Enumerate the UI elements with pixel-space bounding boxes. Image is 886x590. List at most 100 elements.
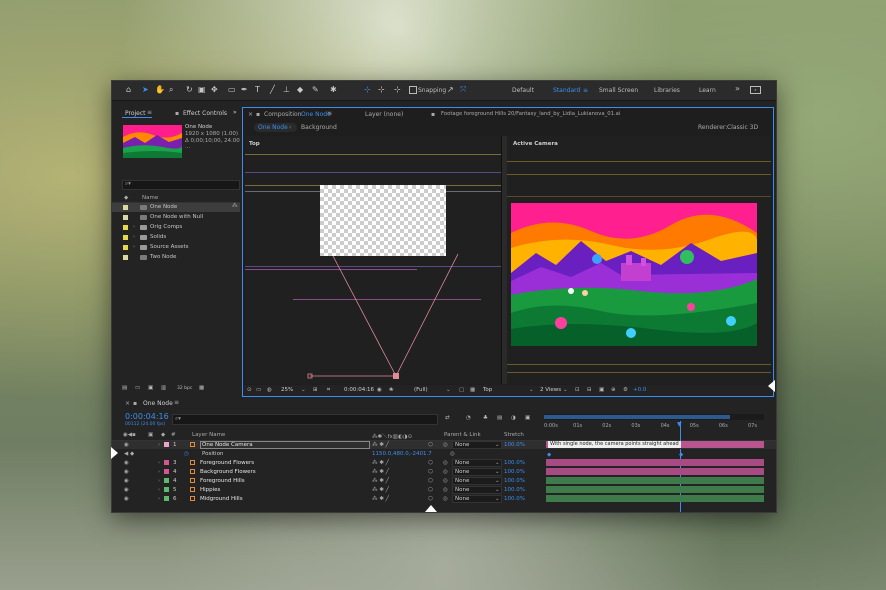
layer-row[interactable]: ◉ › 4 Background Flowers ⁂ ✱ ╱ ⬡ ◎ None ⌄ 100.0%	[112, 468, 776, 476]
project-item[interactable]: › Solids	[112, 233, 240, 242]
timeline-timecode[interactable]: 0:00:04:16	[125, 412, 169, 421]
number-column-icon[interactable]: #	[171, 432, 176, 438]
snapping-checkbox-icon[interactable]	[409, 86, 417, 94]
project-item[interactable]: › Orig Comps	[112, 223, 240, 232]
chevron-right-icon[interactable]: ›	[158, 486, 160, 494]
bpc-label[interactable]: 32 bpc	[177, 386, 192, 391]
keyframe-icon[interactable]: ◆	[679, 451, 683, 459]
brush-tool-icon[interactable]: ╱	[270, 85, 275, 95]
chevron-right-icon[interactable]: ›	[158, 477, 160, 485]
3d-layer-switch-icon[interactable]: ⬡	[428, 441, 433, 449]
workspace-small-screen[interactable]: Small Screen	[599, 87, 638, 94]
name-column-header[interactable]: Name	[142, 195, 158, 201]
eye-icon[interactable]: ◉	[124, 468, 129, 476]
effect-controls-tab[interactable]: Effect Controls	[183, 110, 227, 117]
search-help-icon[interactable]: ⌕	[750, 86, 761, 94]
layer-switches[interactable]: ⁂ ✱ ╱	[372, 495, 389, 503]
zoom-tool-icon[interactable]: ⌕	[169, 85, 173, 95]
chevron-right-icon[interactable]: ›	[158, 459, 160, 467]
viewer-timecode[interactable]: 0:00:04:16	[344, 387, 374, 393]
pickwhip-icon[interactable]: ◎	[443, 486, 448, 494]
motion-blur-icon[interactable]: ◑	[511, 415, 516, 421]
resolution-dropdown[interactable]: (Full)	[414, 387, 428, 393]
expression-icon[interactable]: ◎	[450, 450, 455, 458]
eye-icon[interactable]: ◉◀▪	[123, 432, 136, 438]
region-icon[interactable]: ⌗	[327, 387, 330, 394]
more-panels-icon[interactable]: »	[233, 109, 237, 116]
lock-icon[interactable]: ▪	[175, 110, 179, 117]
project-item[interactable]: › Source Assets	[112, 243, 240, 252]
frame-blending-icon[interactable]: ▤	[497, 415, 502, 421]
layer-name[interactable]: One Node Camera	[200, 441, 370, 449]
chevron-down-icon[interactable]: ⌄	[446, 387, 451, 393]
layer-switches[interactable]: ⁂ ✱ ╱	[372, 477, 389, 485]
ram-preview-icon[interactable]: ▭	[256, 387, 261, 393]
more-workspaces[interactable]: »	[735, 84, 740, 93]
transparency-grid-icon[interactable]: ▦	[470, 387, 475, 393]
layer-row[interactable]: ◉ › 1 One Node Camera ⁂ ✱ ╱ ⬡ ◎ None ⌄ 100.0% With…	[112, 441, 776, 449]
3d-layer-switch-icon[interactable]: ⬡	[428, 468, 433, 476]
chevron-down-icon[interactable]: ⌄	[495, 495, 500, 503]
chevron-right-icon[interactable]: ›	[133, 243, 135, 252]
layer-switches[interactable]: ⁂ ✱ ╱	[372, 441, 389, 449]
timeline-search-input[interactable]: ⌕▾	[172, 414, 438, 425]
pan-behind-icon[interactable]: ✥	[211, 85, 218, 95]
subtab-background[interactable]: Background	[301, 124, 337, 131]
stretch-value[interactable]: 100.0%	[504, 486, 525, 494]
pickwhip-icon[interactable]: ◎	[443, 468, 448, 476]
layer-row[interactable]: ◉ › 6 Midground Hills ⁂ ✱ ╱ ⬡ ◎ None ⌄ 100.0%	[112, 495, 776, 503]
chevron-down-icon[interactable]: ⌄	[495, 468, 500, 476]
new-folder-icon[interactable]: ▭	[135, 385, 140, 391]
camera-tool-icon[interactable]: ▣	[198, 85, 206, 95]
composition-tab-label[interactable]: Composition	[264, 111, 301, 118]
world-axis-icon[interactable]: ⊹	[378, 85, 385, 95]
eye-icon[interactable]: ◉	[124, 459, 129, 467]
view-axis-icon[interactable]: ⊹	[394, 85, 401, 95]
label-color-swatch[interactable]	[164, 442, 169, 447]
chevron-down-icon[interactable]: ⌄	[563, 387, 568, 393]
chevron-down-icon[interactable]: ⌄	[529, 387, 534, 393]
label-color-swatch[interactable]	[123, 245, 128, 250]
chevron-down-icon[interactable]: ⌄	[495, 477, 500, 485]
flowchart-icon[interactable]: ⊟	[587, 387, 592, 393]
layer-marker-comment[interactable]: With single node, the camera points stra…	[548, 441, 681, 448]
chevron-right-icon[interactable]: ›	[158, 441, 160, 449]
project-search-input[interactable]: ⌕▾	[122, 180, 240, 190]
chevron-right-icon[interactable]: ›	[133, 223, 135, 232]
puppet-pin-icon[interactable]: ✱	[330, 85, 337, 95]
chevron-down-icon[interactable]: ⌄	[495, 459, 500, 467]
eye-icon[interactable]: ◉	[124, 495, 129, 503]
project-item[interactable]: One Node with Null	[112, 213, 240, 222]
3d-layer-switch-icon[interactable]: ⬡	[428, 486, 433, 494]
stretch-value[interactable]: 100.0%	[504, 459, 525, 467]
mask-tool-icon[interactable]: ▭	[228, 85, 236, 95]
show-channel-icon[interactable]: ❀	[389, 387, 394, 393]
panel-menu-icon[interactable]: ≡	[327, 110, 332, 117]
snap-target-icon[interactable]: ⤧	[460, 85, 466, 95]
label-column-icon[interactable]: ◆	[124, 195, 128, 201]
stretch-value[interactable]: 100.0%	[504, 495, 525, 503]
layer-switches[interactable]: ⁂ ✱ ╱	[372, 459, 389, 467]
eye-icon[interactable]: ◉	[124, 486, 129, 494]
stretch-header[interactable]: Stretch	[504, 432, 524, 438]
fast-previews-icon[interactable]: ⊕	[611, 387, 616, 393]
label-color-swatch[interactable]	[123, 235, 128, 240]
layer-name[interactable]: Hippies	[200, 486, 220, 494]
pickwhip-icon[interactable]: ◎	[443, 441, 448, 449]
3d-layer-switch-icon[interactable]: ⬡	[428, 459, 433, 467]
layer-row[interactable]: ◉ › 5 Hippies ⁂ ✱ ╱ ⬡ ◎ None ⌄ 100.0%	[112, 486, 776, 494]
layer-tab[interactable]: Layer (none)	[365, 111, 403, 118]
adjust-icon[interactable]: ▥	[161, 385, 166, 391]
keyframe-nav-icon[interactable]: ◀ ◆	[124, 450, 134, 458]
active-camera-viewer[interactable]: Active Camera	[507, 136, 771, 384]
layer-duration-bar[interactable]	[546, 459, 764, 466]
zoom-dropdown[interactable]: 25%	[281, 387, 293, 393]
workspace-menu-icon[interactable]: ≡	[583, 87, 588, 94]
close-tab-icon[interactable]: ×	[248, 111, 253, 118]
grid-icon[interactable]: ⊞	[313, 387, 318, 393]
label-color-swatch[interactable]	[123, 215, 128, 220]
pickwhip-icon[interactable]: ◎	[443, 477, 448, 485]
interpret-footage-icon[interactable]: ▤	[122, 385, 127, 391]
local-axis-icon[interactable]: ⊹	[364, 85, 371, 95]
roi-icon[interactable]: ▢	[459, 387, 464, 393]
